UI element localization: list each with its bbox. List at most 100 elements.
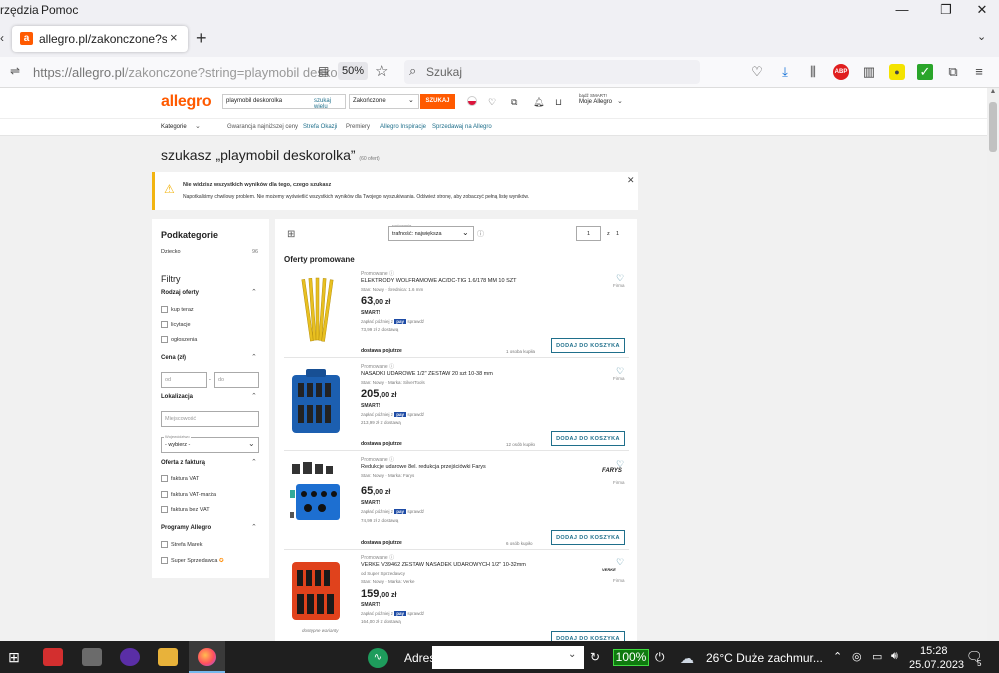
pocket-icon[interactable]: ♡ xyxy=(749,64,765,80)
variants-available[interactable]: dostępne warianty xyxy=(302,628,339,633)
library-icon[interactable]: ⫼ xyxy=(805,64,821,80)
notifications-bell-icon[interactable]: 🔔︎ xyxy=(533,97,544,108)
checkbox[interactable] xyxy=(161,306,168,313)
nav-lowest-price[interactable]: Gwarancja najniższej ceny xyxy=(227,124,298,130)
messages-icon[interactable]: ⧉ xyxy=(511,97,517,108)
sort-select[interactable]: trafność: największa ⌄ xyxy=(388,226,474,241)
chevron-up-icon[interactable]: ⌃ xyxy=(251,458,257,466)
offer-title[interactable]: Redukcje udarowe 8el. redukcja przejśció… xyxy=(361,464,591,470)
weather-text[interactable]: 26°C Duże zachmur... xyxy=(706,651,823,665)
chevron-up-icon[interactable]: ⌃ xyxy=(251,392,257,400)
tab-scroll-left-icon[interactable]: ‹ xyxy=(0,31,4,45)
nav-sell[interactable]: Sprzedawaj na Allegro xyxy=(432,124,492,130)
browser-search-box[interactable]: ⌕ Szukaj xyxy=(404,60,700,84)
restore-icon[interactable]: ❐ xyxy=(936,2,956,20)
allegro-logo[interactable]: allegro xyxy=(161,93,212,111)
favorite-heart-icon[interactable]: ♡ xyxy=(616,557,624,568)
new-tab-button[interactable]: + xyxy=(196,28,207,49)
chevron-up-icon[interactable]: ⌃ xyxy=(251,353,257,361)
checkbox[interactable] xyxy=(161,506,168,513)
price-from-input[interactable]: od xyxy=(161,372,207,388)
location-heading[interactable]: Lokalizacja xyxy=(161,394,193,400)
offer-title[interactable]: VERKE V39462 ZESTAW NASADEK UDAROWYCH 1/… xyxy=(361,562,591,568)
nav-premieres[interactable]: Premiery xyxy=(346,124,370,130)
battery-percentage[interactable]: 100% xyxy=(613,649,649,666)
filter-auctions[interactable]: licytacje xyxy=(161,321,191,328)
tab-list-chevron-icon[interactable]: ⌄ xyxy=(977,30,986,43)
clock-date[interactable]: 25.07.2023 xyxy=(909,659,964,671)
filter-ads[interactable]: ogłoszenia xyxy=(161,336,197,343)
product-image-electrodes[interactable] xyxy=(288,274,344,344)
offer-type-heading[interactable]: Rodzaj oferty xyxy=(161,290,199,296)
offer-title[interactable]: NASADKI UDAROWE 1/2" ZESTAW 20 szt 10-38… xyxy=(361,371,591,377)
page-number-input[interactable]: 1 xyxy=(576,226,601,241)
adblock-icon[interactable]: ABP xyxy=(833,64,849,80)
start-menu-icon[interactable]: ⊞ xyxy=(4,649,24,667)
chevron-down-icon[interactable]: ⌄ xyxy=(568,649,576,660)
office-app-icon[interactable] xyxy=(43,648,63,666)
volume-icon[interactable]: 🔊︎ xyxy=(891,650,898,663)
checkbox[interactable] xyxy=(161,491,168,498)
filter-buy-now[interactable]: kup teraz xyxy=(161,306,194,313)
menu-help[interactable]: Pomoc xyxy=(41,3,78,17)
nav-categories[interactable]: Kategorie xyxy=(161,124,187,130)
scope-select[interactable]: Zakończone ⌄ xyxy=(349,94,419,109)
subcategory-link[interactable]: Dziecko xyxy=(161,249,181,255)
grid-view-icon[interactable]: ⊞ xyxy=(287,229,295,240)
cart-icon[interactable]: ⊔ xyxy=(555,97,562,108)
plug-icon[interactable]: ⏻ xyxy=(655,650,665,665)
add-to-cart-button[interactable]: DODAJ DO KOSZYKA xyxy=(551,431,625,446)
extension-yellow-icon[interactable]: ● xyxy=(889,64,905,80)
favorites-heart-icon[interactable]: ♡ xyxy=(488,97,496,108)
extension-check-icon[interactable]: ✓ xyxy=(917,64,933,80)
close-window-icon[interactable]: ✕ xyxy=(972,2,992,20)
checkbox[interactable] xyxy=(161,321,168,328)
offer-item[interactable]: Promowane ⓘ Redukcje udarowe 8el. redukc… xyxy=(284,454,629,550)
checkbox[interactable] xyxy=(161,557,168,564)
nav-deals[interactable]: Strefa Okazji xyxy=(303,124,337,130)
minimize-icon[interactable]: — xyxy=(892,2,912,20)
health-monitor-icon[interactable]: ∿ xyxy=(368,648,388,668)
filter-super-seller[interactable]: Super Sprzedawca ✪ xyxy=(161,557,224,564)
voivodeship-select[interactable]: - wybierz - ⌄ xyxy=(161,437,259,453)
chevron-up-icon[interactable]: ⌃ xyxy=(251,288,257,296)
offer-title[interactable]: ELEKTRODY WOLFRAMOWE AC/DC-TIG 1.6/178 M… xyxy=(361,278,591,284)
menu-tools[interactable]: rzędzia xyxy=(0,3,39,17)
firefox-taskbar-button[interactable] xyxy=(189,641,225,673)
downloads-icon[interactable]: ⤓ xyxy=(777,64,793,80)
extensions-puzzle-icon[interactable]: ⧉ xyxy=(945,64,961,80)
product-image-verke-set[interactable] xyxy=(288,556,344,622)
bookmark-star-icon[interactable]: ☆ xyxy=(375,62,388,80)
categories-chevron-icon[interactable]: ⌄ xyxy=(195,122,201,130)
tray-expand-icon[interactable]: ⌃ xyxy=(833,650,842,663)
file-explorer-icon[interactable] xyxy=(158,648,178,666)
language-flag-icon[interactable] xyxy=(467,96,477,106)
add-to-cart-button[interactable]: DODAJ DO KOSZYKA xyxy=(551,530,625,545)
sidebar-toggle-icon[interactable]: ▥ xyxy=(861,64,877,80)
checkbox[interactable] xyxy=(161,475,168,482)
refresh-icon[interactable]: ↻ xyxy=(590,650,600,664)
tab-close-icon[interactable]: × xyxy=(170,30,178,45)
nav-inspirations[interactable]: Allegro Inspiracje xyxy=(380,124,426,130)
browser-tab[interactable]: a allegro.pl/zakonczone?string=p × xyxy=(12,26,188,52)
tray-app-icon[interactable]: ◎ xyxy=(852,650,862,663)
purple-app-icon[interactable] xyxy=(120,648,140,666)
weather-cloud-icon[interactable]: ☁ xyxy=(680,650,694,667)
checkbox[interactable] xyxy=(161,541,168,548)
checkbox[interactable] xyxy=(161,336,168,343)
add-to-cart-button[interactable]: DODAJ DO KOSZYKA xyxy=(551,338,625,353)
filter-no-vat[interactable]: faktura bez VAT xyxy=(161,506,210,513)
file-app-icon[interactable] xyxy=(82,648,102,666)
my-allegro-link[interactable]: Moje Allegro xyxy=(579,99,612,105)
battery-icon[interactable]: ▭ xyxy=(872,650,882,663)
allegro-search-input[interactable]: playmobil deskorolka szukaj wielu xyxy=(222,94,346,110)
city-input[interactable]: Miejscowość xyxy=(161,411,259,427)
offer-item[interactable]: Promowane ⓘ ELEKTRODY WOLFRAMOWE AC/DC-T… xyxy=(284,268,629,358)
search-many-link[interactable]: szukaj wielu xyxy=(314,98,345,110)
address-toolbar-input[interactable]: ⌄ xyxy=(432,646,584,669)
page-scrollbar[interactable]: ▲ xyxy=(987,88,999,641)
close-icon[interactable]: ✕ xyxy=(627,175,635,186)
filter-brand-zone[interactable]: Strefa Marek xyxy=(161,541,202,548)
offer-item[interactable]: Promowane ⓘ NASADKI UDAROWE 1/2" ZESTAW … xyxy=(284,361,629,451)
product-image-adapters[interactable] xyxy=(288,460,344,530)
